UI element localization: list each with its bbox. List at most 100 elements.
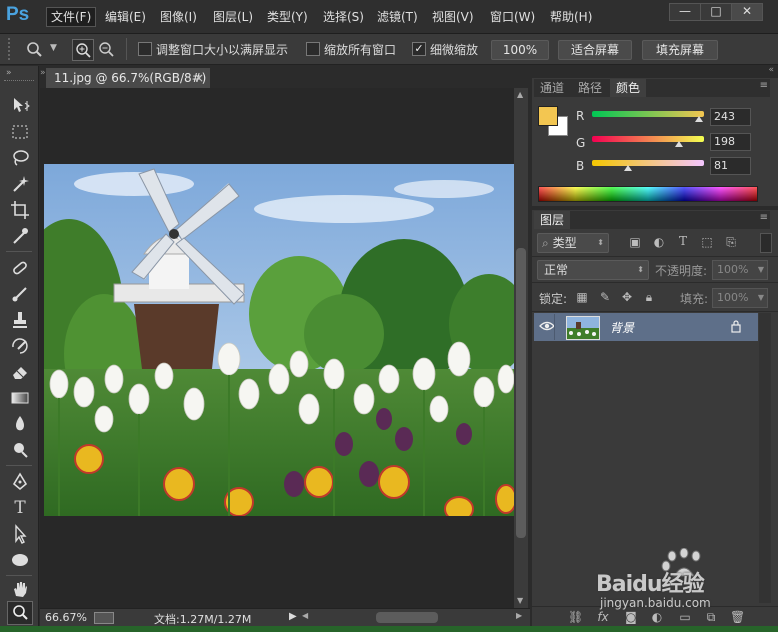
channel-g-value[interactable]: 198: [710, 133, 751, 151]
lasso-tool-icon[interactable]: [9, 147, 31, 169]
menu-type[interactable]: 类型(Y): [263, 8, 312, 26]
tab-color[interactable]: 颜色: [610, 79, 647, 97]
lock-pixels-icon[interactable]: ✎: [598, 290, 612, 304]
close-button[interactable]: ✕: [731, 3, 763, 21]
healing-brush-tool-icon[interactable]: [9, 257, 31, 279]
menu-filter[interactable]: 滤镜(T): [373, 8, 422, 26]
horizontal-scroll-thumb[interactable]: [376, 612, 438, 623]
zoom-out-icon[interactable]: [96, 39, 116, 59]
layer-visibility-eye-icon[interactable]: [539, 320, 555, 336]
restore-button[interactable]: □: [700, 3, 732, 21]
layers-panel-menu-icon[interactable]: ≡: [760, 212, 768, 223]
status-preview-icon[interactable]: [94, 612, 114, 624]
menu-image[interactable]: 图像(I): [156, 8, 201, 26]
clone-stamp-tool-icon[interactable]: [9, 309, 31, 331]
scroll-up-icon[interactable]: ▲: [517, 90, 523, 99]
move-tool-icon[interactable]: [9, 94, 31, 116]
minimize-button[interactable]: —: [669, 3, 701, 21]
foreground-color-swatch[interactable]: [538, 106, 558, 126]
document-tab[interactable]: 11.jpg @ 66.7%(RGB/8#) ×: [46, 68, 210, 88]
blend-mode-select[interactable]: 正常 ⬍: [537, 260, 649, 280]
zoom-level[interactable]: 66.67%: [45, 611, 87, 624]
color-panel-menu-icon[interactable]: ≡: [760, 80, 768, 91]
channel-b-value[interactable]: 81: [710, 157, 751, 175]
channel-r-slider[interactable]: [592, 111, 704, 117]
menu-help[interactable]: 帮助(H): [546, 8, 596, 26]
tab-channels[interactable]: 通道: [534, 79, 570, 97]
channel-g-knob[interactable]: [674, 141, 683, 147]
zoom-all-windows-checkbox[interactable]: [306, 42, 320, 56]
zoom-tool-icon[interactable]: [7, 601, 33, 625]
menu-edit[interactable]: 编辑(E): [101, 8, 150, 26]
tab-paths[interactable]: 路径: [572, 79, 608, 97]
eraser-tool-icon[interactable]: [9, 361, 31, 383]
brush-tool-icon[interactable]: [9, 283, 31, 305]
eyedropper-tool-icon[interactable]: [9, 225, 31, 247]
document-image[interactable]: [44, 164, 514, 516]
filter-smart-object-icon[interactable]: ⎘: [724, 235, 738, 250]
filter-type-icon[interactable]: T: [676, 234, 690, 248]
filter-adjustment-icon[interactable]: ◐: [652, 235, 666, 249]
channel-b-slider[interactable]: [592, 160, 704, 166]
channel-r-value[interactable]: 243: [710, 108, 751, 126]
menu-select[interactable]: 选择(S): [319, 8, 368, 26]
lock-position-icon[interactable]: ✥: [620, 290, 634, 304]
tab-layers[interactable]: 图层: [534, 211, 571, 229]
taskbar-strip: [0, 626, 778, 632]
menu-layer[interactable]: 图层(L): [209, 8, 257, 26]
preset-dropdown-icon[interactable]: ▼: [50, 43, 57, 53]
zoom-tool-preset-icon[interactable]: [24, 39, 46, 59]
fit-screen-button[interactable]: 适合屏幕: [558, 40, 632, 60]
menu-view[interactable]: 视图(V): [428, 8, 478, 26]
layer-name[interactable]: 背景: [610, 319, 634, 336]
lock-transparent-icon[interactable]: ▦: [575, 290, 589, 304]
filter-pixel-icon[interactable]: ▣: [628, 235, 642, 249]
channel-r-knob[interactable]: [694, 116, 703, 122]
menu-window[interactable]: 窗口(W): [486, 8, 539, 26]
document-tab-close-icon[interactable]: ×: [194, 68, 204, 88]
tools-grip[interactable]: [4, 80, 34, 84]
filter-toggle[interactable]: [760, 233, 772, 253]
opacity-input[interactable]: 100% ▼: [712, 260, 768, 280]
resize-windows-checkbox[interactable]: [138, 42, 152, 56]
path-selection-tool-icon[interactable]: [9, 523, 31, 545]
options-divider: [126, 38, 127, 60]
vertical-scrollbar[interactable]: ▲ ▼: [514, 88, 528, 608]
channel-b-knob[interactable]: [623, 165, 632, 171]
collapse-doc-icon[interactable]: »: [40, 68, 46, 78]
scrubby-zoom-checkbox[interactable]: ✓: [412, 42, 426, 56]
zoom-in-icon[interactable]: [72, 39, 94, 61]
dodge-tool-icon[interactable]: [9, 439, 31, 461]
scroll-down-icon[interactable]: ▼: [517, 596, 523, 605]
layer-row[interactable]: 背景: [534, 313, 758, 341]
vertical-scroll-thumb[interactable]: [516, 248, 526, 538]
link-layers-icon[interactable]: ⛓: [568, 610, 583, 624]
pen-tool-icon[interactable]: [9, 471, 31, 493]
options-grip[interactable]: [8, 38, 18, 60]
crop-tool-icon[interactable]: [9, 199, 31, 221]
collapse-panels-icon[interactable]: «: [768, 65, 774, 75]
color-spectrum-bar[interactable]: [538, 186, 758, 202]
channel-g-slider[interactable]: [592, 136, 704, 142]
layer-filter-select[interactable]: ⌕ 类型 ⬍: [537, 233, 609, 253]
filter-shape-icon[interactable]: ⬚: [700, 235, 714, 249]
layers-panel-tabs: 图层 ≡: [534, 211, 770, 229]
menu-bar: Ps 文件(F) 编辑(E) 图像(I) 图层(L) 类型(Y) 选择(S) 滤…: [0, 0, 778, 34]
hand-tool-icon[interactable]: [9, 578, 31, 600]
fill-input[interactable]: 100% ▼: [712, 288, 768, 308]
history-brush-tool-icon[interactable]: [9, 335, 31, 357]
magic-wand-tool-icon[interactable]: [9, 173, 31, 195]
ellipse-tool-icon[interactable]: [9, 549, 31, 571]
collapse-tools-icon[interactable]: »: [6, 68, 12, 78]
menu-file[interactable]: 文件(F): [46, 7, 97, 27]
status-menu-arrow-icon[interactable]: ▶: [289, 611, 297, 622]
scroll-right-icon[interactable]: ▶: [516, 611, 522, 620]
gradient-tool-icon[interactable]: [9, 387, 31, 409]
fill-screen-button[interactable]: 填充屏幕: [642, 40, 718, 60]
type-tool-icon[interactable]: T: [9, 497, 31, 519]
marquee-tool-icon[interactable]: [9, 121, 31, 143]
scroll-left-icon[interactable]: ◀: [302, 611, 308, 620]
blur-tool-icon[interactable]: [9, 413, 31, 435]
lock-all-icon[interactable]: 🔒︎: [642, 290, 656, 305]
zoom-100-button[interactable]: 100%: [491, 40, 549, 60]
